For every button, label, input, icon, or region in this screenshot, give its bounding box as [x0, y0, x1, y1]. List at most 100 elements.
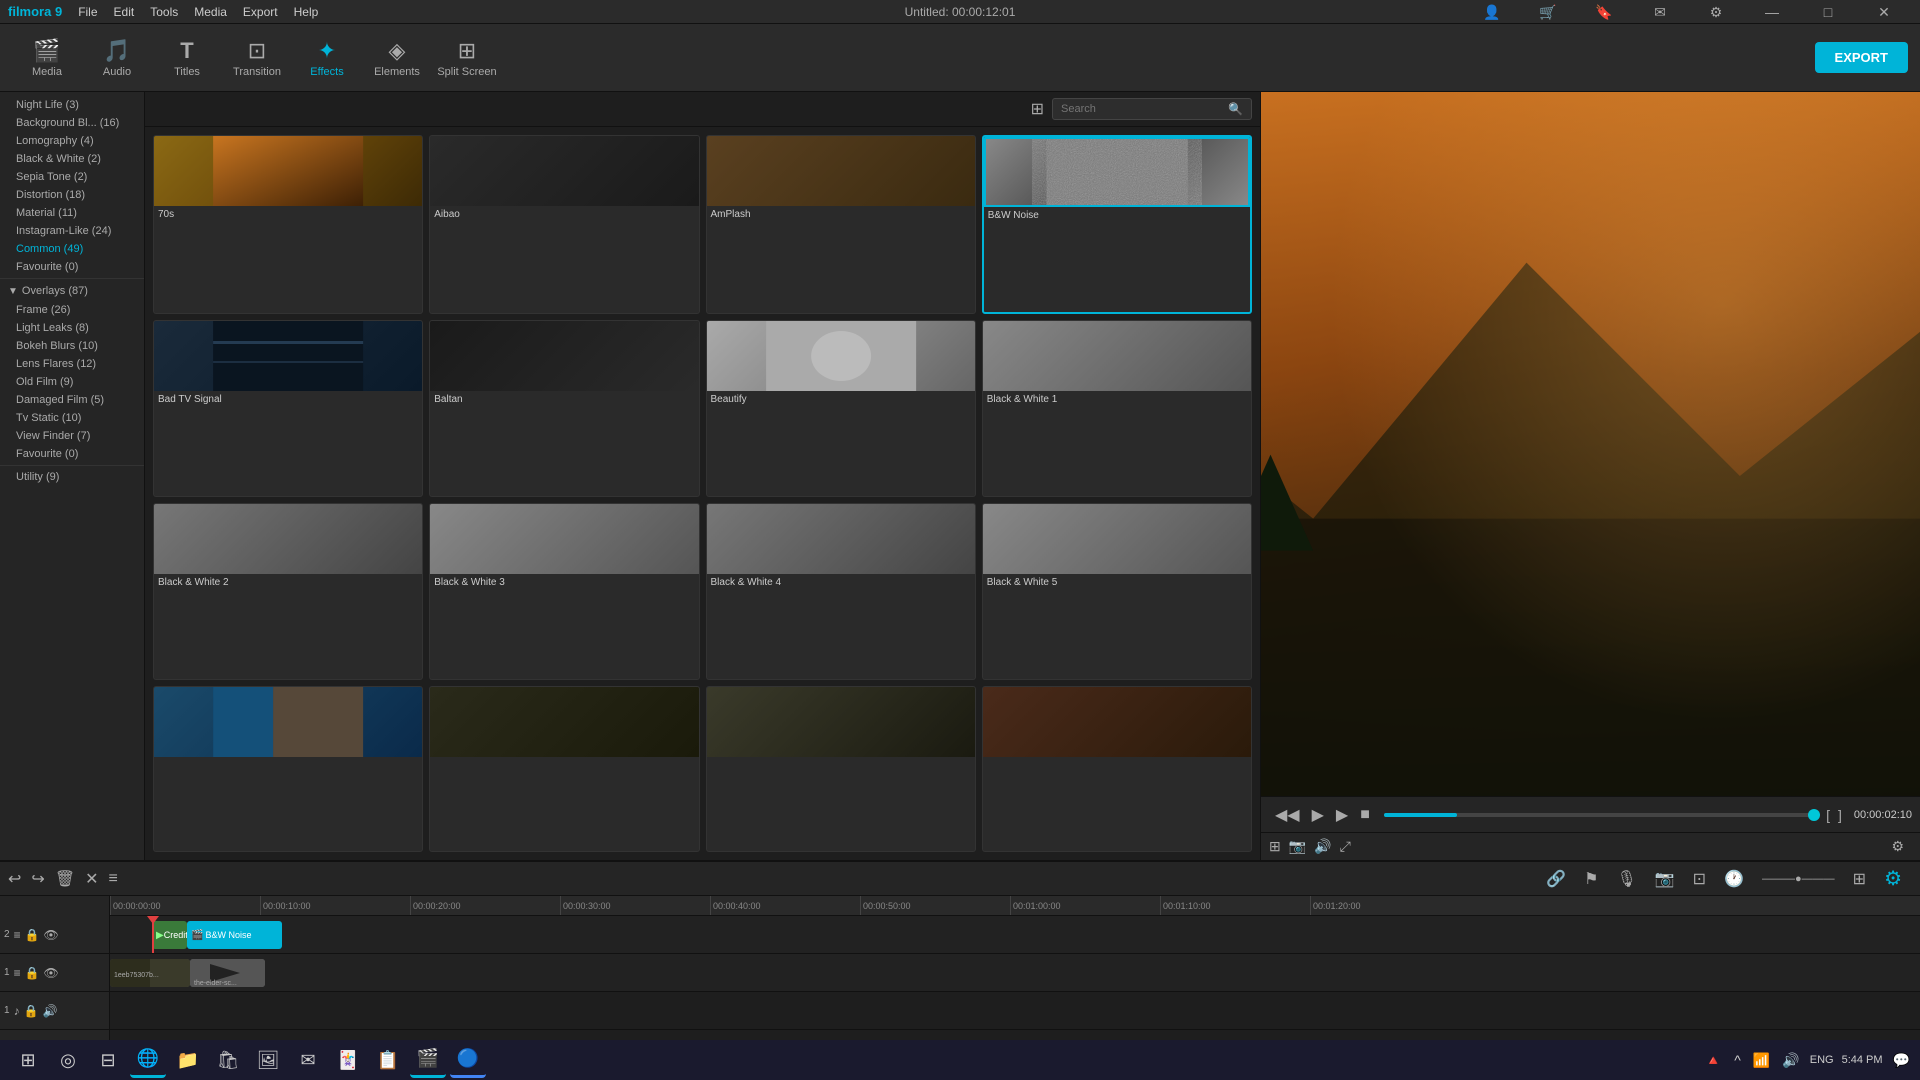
sidebar-overlays-header[interactable]: ▼ Overlays (87): [0, 281, 144, 301]
effect-beautify[interactable]: Beautify: [706, 320, 976, 497]
zoom-slider[interactable]: ———●———: [1762, 873, 1835, 885]
effect-bw2[interactable]: Black & White 2: [153, 503, 423, 680]
tool-effects[interactable]: ✦ Effects: [292, 28, 362, 88]
sidebar-light-leaks[interactable]: Light Leaks (8): [0, 319, 144, 337]
crop-icon[interactable]: ⊞: [1269, 838, 1281, 855]
menu-tools[interactable]: Tools: [150, 5, 178, 19]
taskbar-store[interactable]: 🛍: [210, 1042, 246, 1078]
track-menu-icon[interactable]: ≡: [14, 928, 21, 942]
taskbar-mail[interactable]: ✉: [290, 1042, 326, 1078]
stop-button[interactable]: ■: [1354, 806, 1376, 824]
search-input[interactable]: [1061, 103, 1228, 115]
tool-split-screen[interactable]: ⊞ Split Screen: [432, 28, 502, 88]
magnet-icon[interactable]: 🔗: [1546, 869, 1566, 889]
maximize-button[interactable]: □: [1808, 0, 1848, 24]
sidebar-sepia-tone[interactable]: Sepia Tone (2): [0, 168, 144, 186]
sidebar-distortion[interactable]: Distortion (18): [0, 186, 144, 204]
clock-icon[interactable]: 🕐: [1724, 869, 1744, 889]
menu-media[interactable]: Media: [194, 5, 227, 19]
sidebar-material[interactable]: Material (11): [0, 204, 144, 222]
effect-amplash[interactable]: AmPlash: [706, 135, 976, 314]
effect-bw1[interactable]: Black & White 1: [982, 320, 1252, 497]
sidebar-black-white[interactable]: Black & White (2): [0, 150, 144, 168]
minimize-button[interactable]: —: [1752, 0, 1792, 24]
search-box[interactable]: 🔍: [1052, 98, 1252, 120]
export-button[interactable]: EXPORT: [1815, 42, 1908, 73]
detach-button[interactable]: ≡: [109, 870, 118, 888]
sidebar-instagram-like[interactable]: Instagram-Like (24): [0, 222, 144, 240]
sidebar-damaged-film[interactable]: Damaged Film (5): [0, 391, 144, 409]
close-button[interactable]: ✕: [1864, 0, 1904, 24]
taskbar-app1[interactable]: 📋: [370, 1042, 406, 1078]
menu-edit[interactable]: Edit: [114, 5, 135, 19]
sidebar-lens-flares[interactable]: Lens Flares (12): [0, 355, 144, 373]
play-pause-button[interactable]: ▶: [1306, 805, 1330, 825]
sidebar-tv-static[interactable]: Tv Static (10): [0, 409, 144, 427]
effect-bw4[interactable]: Black & White 4: [706, 503, 976, 680]
taskbar-chrome[interactable]: 🔵: [450, 1042, 486, 1078]
track1-visible-icon[interactable]: 👁: [44, 966, 59, 980]
sidebar-common[interactable]: Common (49): [0, 240, 144, 258]
track1-lock-icon[interactable]: 🔒: [25, 966, 40, 980]
language-indicator[interactable]: ENG: [1810, 1054, 1834, 1066]
sidebar-frame[interactable]: Frame (26): [0, 301, 144, 319]
notification-icon[interactable]: 💬: [1893, 1052, 1910, 1069]
screenshot-icon[interactable]: 📷: [1289, 838, 1306, 855]
progress-handle[interactable]: [1808, 809, 1820, 821]
taskbar-solitaire[interactable]: 🃏: [330, 1042, 366, 1078]
bookmark-icon[interactable]: 🔖: [1584, 0, 1624, 24]
audio-icon-track[interactable]: ♪: [14, 1004, 20, 1018]
effect-badtv[interactable]: Bad TV Signal: [153, 320, 423, 497]
audio-mute-icon[interactable]: 🔊: [43, 1004, 58, 1018]
mail-icon[interactable]: ✉: [1640, 0, 1680, 24]
track1-menu-icon[interactable]: ≡: [14, 966, 21, 980]
effect-row4a[interactable]: [153, 686, 423, 852]
tool-audio[interactable]: 🎵 Audio: [82, 28, 152, 88]
fullscreen-icon[interactable]: ⤢: [1340, 838, 1351, 855]
effect-bw5[interactable]: Black & White 5: [982, 503, 1252, 680]
tool-transition[interactable]: ⊡ Transition: [222, 28, 292, 88]
effect-baltan[interactable]: Baltan: [429, 320, 699, 497]
sidebar-utility[interactable]: Utility (9): [0, 468, 144, 486]
effect-aibao[interactable]: Aibao: [429, 135, 699, 314]
sidebar-background-bl[interactable]: Background Bl... (16): [0, 114, 144, 132]
track-lock-icon[interactable]: 🔒: [25, 928, 40, 942]
sidebar-old-film[interactable]: Old Film (9): [0, 373, 144, 391]
sidebar-night-life[interactable]: Night Life (3): [0, 96, 144, 114]
effect-row4d[interactable]: [982, 686, 1252, 852]
camera-icon[interactable]: 📷: [1655, 869, 1675, 889]
undo-button[interactable]: ↩: [8, 869, 21, 889]
taskbar-taskview[interactable]: ⊟: [90, 1042, 126, 1078]
sidebar-view-finder[interactable]: View Finder (7): [0, 427, 144, 445]
taskbar-edge[interactable]: 🌐: [130, 1042, 166, 1078]
effect-bwnoise[interactable]: B&W Noise: [982, 135, 1252, 314]
wifi-icon[interactable]: 📶: [1753, 1052, 1770, 1069]
menu-export[interactable]: Export: [243, 5, 278, 19]
taskbar-photos[interactable]: 🖼: [250, 1042, 286, 1078]
effect-row4c[interactable]: [706, 686, 976, 852]
settings2-icon[interactable]: ⚙: [1891, 838, 1904, 855]
mic-icon[interactable]: 🎙: [1616, 869, 1636, 889]
cut-button[interactable]: ✕: [85, 869, 98, 889]
effect-70s[interactable]: 70s: [153, 135, 423, 314]
sidebar-lomography[interactable]: Lomography (4): [0, 132, 144, 150]
tool-elements[interactable]: ◈ Elements: [362, 28, 432, 88]
volume-taskbar-icon[interactable]: 🔊: [1782, 1052, 1799, 1069]
effect-row4b[interactable]: [429, 686, 699, 852]
progress-bar[interactable]: [1384, 813, 1814, 817]
volume-icon[interactable]: 🔊: [1314, 838, 1331, 855]
timeline-settings-icon[interactable]: ⚙: [1884, 866, 1902, 891]
grid-view-icon[interactable]: ⊞: [1031, 99, 1044, 119]
clip-video1[interactable]: 1eeb75307b...: [110, 959, 190, 987]
cart-icon[interactable]: 🛒: [1528, 0, 1568, 24]
zoom-fit-icon[interactable]: ⊞: [1853, 869, 1866, 889]
track-visible-icon[interactable]: 👁: [44, 928, 59, 942]
taskbar-explorer[interactable]: 📁: [170, 1042, 206, 1078]
marker-icon[interactable]: ⚑: [1584, 869, 1598, 889]
sidebar-bokeh-blurs[interactable]: Bokeh Blurs (10): [0, 337, 144, 355]
delete-button[interactable]: 🗑: [55, 869, 75, 889]
clip-video2[interactable]: the-elder-sc...: [190, 959, 265, 987]
menu-help[interactable]: Help: [294, 5, 319, 19]
sidebar-favourite2[interactable]: Favourite (0): [0, 445, 144, 463]
show-icons-icon[interactable]: ^: [1734, 1052, 1741, 1068]
